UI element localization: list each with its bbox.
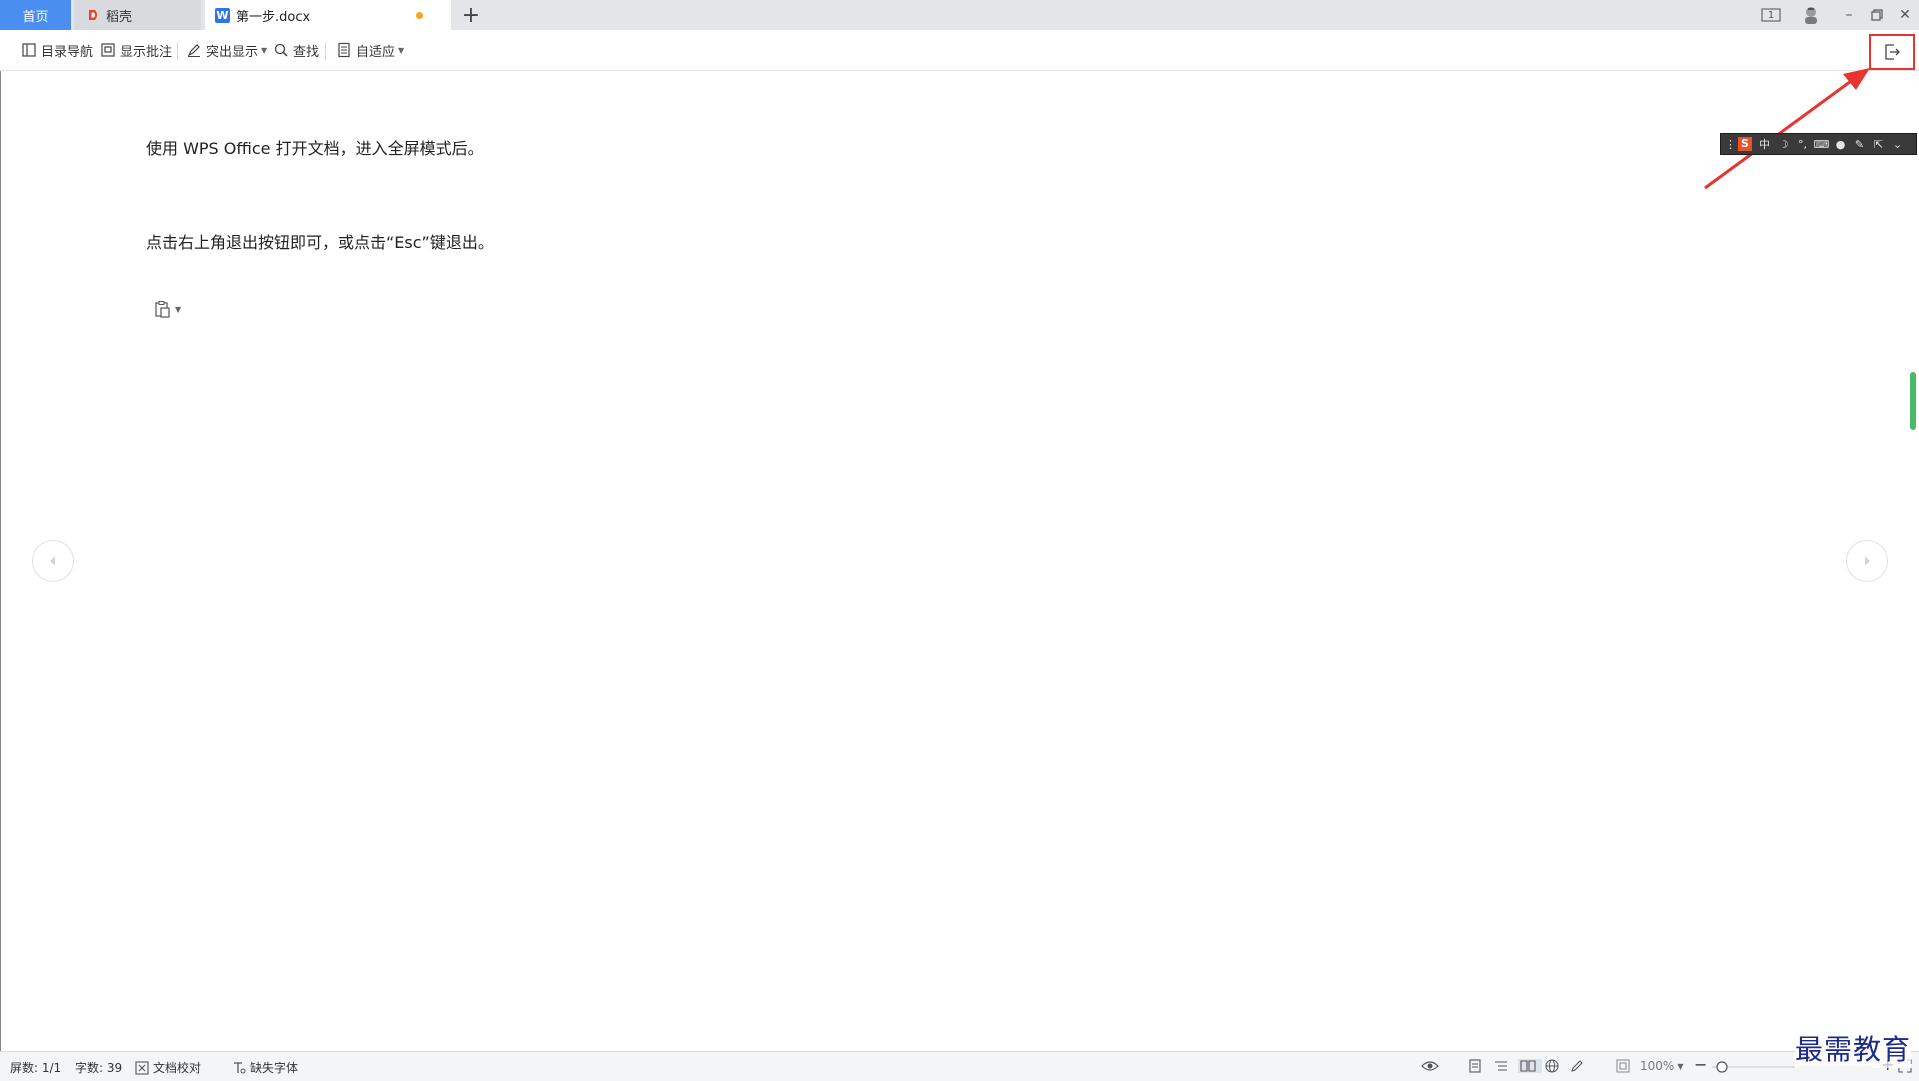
prev-page-button[interactable] [32,540,74,582]
screen-count: 屏数: 1/1 [10,1061,62,1075]
ime-keyboard-icon[interactable]: ⌨ [1812,138,1831,151]
tab-bar: 首页 稻壳 W 第一步.docx + 1 – ✕ [0,0,1919,30]
missing-fonts-button[interactable]: 缺失字体 [232,1059,298,1076]
next-page-button[interactable] [1846,540,1888,582]
eye-icon [1421,1061,1439,1071]
pen-icon [1571,1060,1583,1072]
proofread-icon [135,1060,149,1075]
chevron-down-icon: ▼ [261,45,268,55]
chevron-down-icon: ▼ [1677,1061,1684,1071]
annotation-arrow [1704,68,1870,190]
toolbar-divider [325,42,326,60]
reading-view-icon [1520,1060,1536,1072]
restore-icon [1871,9,1883,21]
tab-daoke[interactable]: 稻壳 [74,0,201,30]
ime-user-icon[interactable]: ● [1831,138,1850,151]
page-fit-icon [338,42,350,58]
paste-options-button[interactable]: ▼ [154,300,181,318]
page-count-button[interactable]: 1 [1754,0,1788,30]
document-paragraph: 使用 WPS Office 打开文档，进入全屏模式后。 [146,139,484,158]
fit-label: 自适应 [356,44,396,60]
write-mode-button[interactable] [1570,1059,1588,1073]
chevron-right-icon [1865,556,1870,566]
tab-home[interactable]: 首页 [0,0,71,30]
highlighter-icon [187,44,200,57]
toc-icon [22,43,36,57]
proofread-label: 文档校对 [153,1061,202,1075]
reading-toolbar: 目录导航 显示批注 突出显示 ▼ 查找 自适应 ▼ [0,30,1919,71]
ime-drag-handle-icon[interactable]: ⋮ [1725,138,1736,151]
toc-nav-label: 目录导航 [41,44,94,60]
search-icon [274,43,288,57]
proofread-button[interactable]: 文档校对 [135,1059,201,1076]
reading-view-button[interactable] [1518,1059,1542,1073]
ime-tools-icon[interactable]: ✎ [1850,138,1869,151]
tab-daoke-label: 稻壳 [106,9,133,25]
eye-protection-button[interactable] [1421,1059,1443,1073]
unsaved-indicator [416,12,423,19]
word-doc-icon: W [215,7,230,23]
ime-toolbar[interactable]: ⋮ S 中 ☽ °, ⌨ ● ✎ ⇱ ⌄ [1720,133,1917,155]
web-view-button[interactable] [1545,1059,1563,1073]
ime-punctuation-icon[interactable]: °, [1793,138,1812,151]
outline-view-icon [1495,1061,1507,1071]
chevron-down-icon: ▼ [398,45,405,55]
toc-nav-button[interactable]: 目录导航 [21,39,93,61]
tab-document[interactable]: W 第一步.docx [205,0,451,30]
document-paragraph: 点击右上角退出按钮即可，或点击“Esc”键退出。 [146,233,494,252]
page-view-button[interactable] [1468,1059,1486,1073]
fit-window-icon [1616,1059,1630,1073]
clipboard-icon [155,301,170,318]
document-left-border [0,71,1,1051]
zoom-level: 100% [1640,1059,1675,1073]
zoom-dropdown[interactable]: 100% ▼ [1640,1059,1683,1073]
avatar-icon [1805,7,1817,24]
highlight-label: 突出显示 [206,44,259,60]
scrollbar-thumb[interactable] [1910,372,1916,430]
ime-mode-icon[interactable]: 中 [1755,136,1774,152]
sogou-logo-icon: S [1738,137,1752,151]
comment-icon [101,43,115,57]
chevron-down-icon: ▼ [175,304,182,314]
user-avatar[interactable] [1794,0,1828,30]
zoom-out-button[interactable]: − [1694,1055,1707,1074]
tab-document-label: 第一步.docx [236,9,311,25]
outline-view-button[interactable] [1494,1059,1512,1073]
fit-dropdown[interactable]: 自适应 ▼ [336,39,404,61]
status-bar: 屏数: 1/1 字数: 39 文档校对 缺失字体 100% ▼ − [0,1051,1919,1081]
tab-home-label: 首页 [22,9,49,25]
toolbar-divider [177,42,178,60]
show-comments-label: 显示批注 [120,44,173,60]
daoke-icon [89,10,97,20]
fit-window-button[interactable] [1616,1059,1634,1073]
ime-menu-icon[interactable]: ⌄ [1888,138,1907,151]
watermark-text: 最需教育 [1795,1028,1912,1068]
new-tab-button[interactable]: + [456,0,486,30]
page-badge-number: 1 [1767,9,1775,21]
show-comments-button[interactable]: 显示批注 [100,39,172,61]
globe-icon [1545,1059,1559,1073]
missing-fonts-label: 缺失字体 [250,1061,299,1075]
chevron-left-icon [50,556,55,566]
word-count[interactable]: 字数: 39 [75,1059,122,1076]
page-view-icon [1469,1059,1481,1073]
ime-moon-icon[interactable]: ☽ [1774,138,1793,151]
font-icon [234,1061,246,1073]
close-window-button[interactable]: ✕ [1888,0,1919,30]
exit-icon [1885,44,1900,60]
highlight-dropdown[interactable]: 突出显示 ▼ [186,39,267,61]
find-label: 查找 [293,44,320,60]
ime-share-icon[interactable]: ⇱ [1869,138,1888,151]
find-button[interactable]: 查找 [273,39,319,61]
